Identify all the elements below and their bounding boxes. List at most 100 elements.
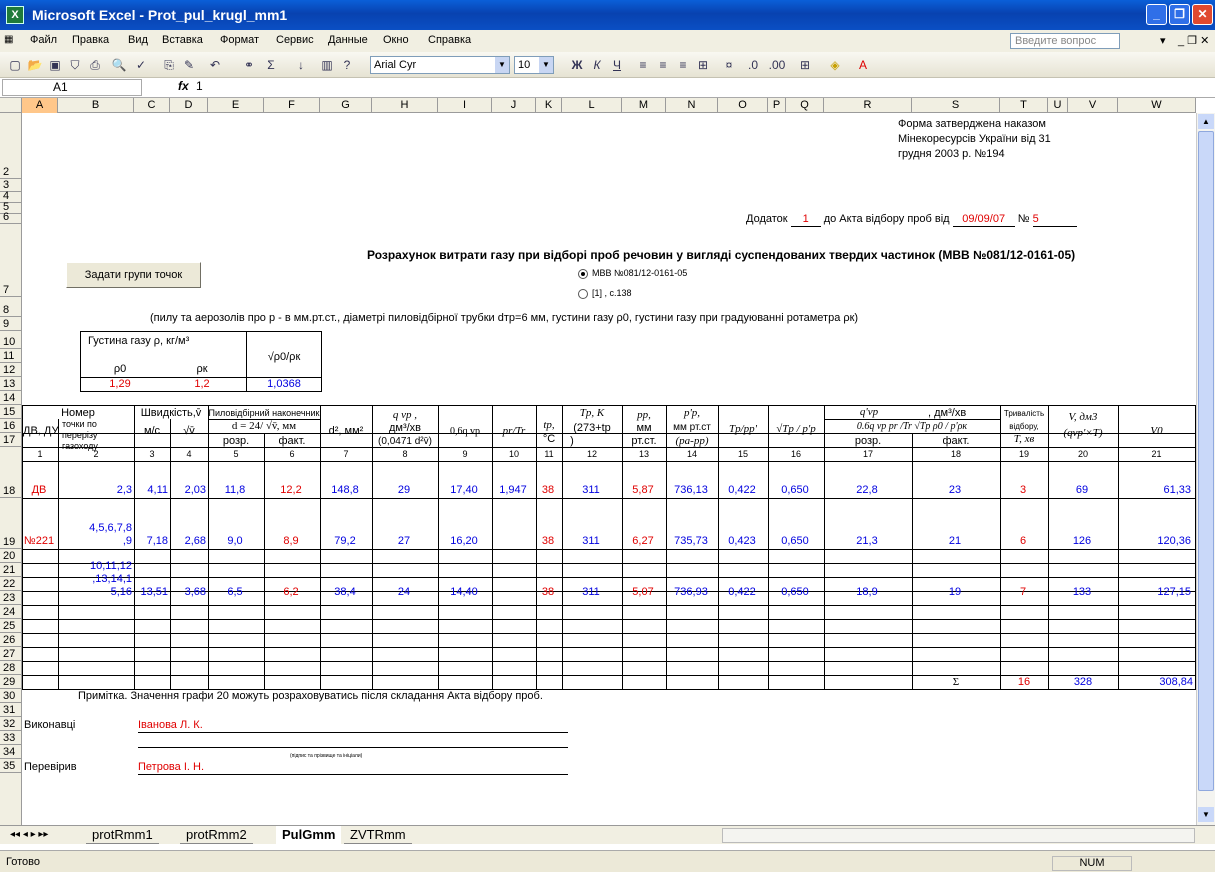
- row-header[interactable]: 25: [0, 619, 22, 633]
- menu-insert[interactable]: Вставка: [162, 34, 203, 46]
- cell-c15[interactable]: 0,422: [718, 586, 766, 599]
- cell-points[interactable]: 2,3: [58, 484, 132, 497]
- undo-icon[interactable]: ↶: [206, 56, 224, 74]
- row-header[interactable]: 32: [0, 717, 22, 731]
- font-name-select[interactable]: Arial Cyr ▼: [370, 56, 510, 74]
- align-left-icon[interactable]: ≡: [634, 56, 652, 74]
- maximize-button[interactable]: ❐: [1169, 4, 1190, 25]
- col-header[interactable]: F: [264, 98, 320, 113]
- borders-icon[interactable]: ⊞: [796, 56, 814, 74]
- cell-c21[interactable]: 61,33: [1118, 484, 1191, 497]
- cell-c20[interactable]: 126: [1048, 535, 1116, 548]
- row-header[interactable]: 35: [0, 759, 22, 773]
- cell-c11[interactable]: 38: [536, 535, 560, 548]
- row-header[interactable]: 18: [0, 447, 22, 498]
- cell-c1[interactable]: №221: [22, 535, 56, 548]
- density-v1[interactable]: 1,29: [82, 378, 158, 391]
- chart-icon[interactable]: ▥: [318, 56, 336, 74]
- menu-data[interactable]: Данные: [328, 34, 368, 46]
- cell-c5[interactable]: 6,5: [208, 586, 262, 599]
- cell-c17[interactable]: 21,3: [824, 535, 910, 548]
- tab-protRmm1[interactable]: protRmm1: [86, 826, 159, 844]
- cell-c6[interactable]: 6,2: [264, 586, 318, 599]
- cell-c3[interactable]: 13,51: [134, 586, 168, 599]
- cell-c12[interactable]: 311: [562, 535, 620, 548]
- sort-icon[interactable]: ↓: [292, 56, 310, 74]
- col-header[interactable]: S: [912, 98, 1000, 113]
- fx-icon[interactable]: fx: [178, 79, 189, 93]
- minimize-button[interactable]: _: [1146, 4, 1167, 25]
- cell-c15[interactable]: 0,423: [718, 535, 766, 548]
- restore-icon[interactable]: _ ❐ ✕: [1178, 34, 1209, 47]
- tab-ZVTRmm[interactable]: ZVTRmm: [344, 826, 412, 844]
- cell-c3[interactable]: 4,11: [134, 484, 168, 497]
- col-header[interactable]: N: [666, 98, 718, 113]
- cell-c19[interactable]: 3: [1000, 484, 1046, 497]
- cell-c5[interactable]: 9,0: [208, 535, 262, 548]
- cell-c19[interactable]: 7: [1000, 586, 1046, 599]
- preview-icon[interactable]: 🔍: [110, 56, 128, 74]
- cell-c13[interactable]: 6,27: [622, 535, 664, 548]
- row-header[interactable]: 20: [0, 549, 22, 563]
- excel-icon[interactable]: X: [6, 6, 24, 24]
- fill-color-icon[interactable]: ◈: [826, 56, 844, 74]
- scroll-down-icon[interactable]: ▼: [1198, 807, 1214, 822]
- menu-service[interactable]: Сервис: [276, 34, 314, 46]
- worksheet[interactable]: Форма затверджена наказом Мінекоресурсів …: [22, 113, 1196, 825]
- decrease-decimal-icon[interactable]: .00: [768, 56, 786, 74]
- cell-c18[interactable]: 19: [912, 586, 998, 599]
- col-header[interactable]: R: [824, 98, 912, 113]
- col-header[interactable]: V: [1068, 98, 1118, 113]
- select-all[interactable]: [0, 98, 22, 113]
- font-size-select[interactable]: 10 ▼: [514, 56, 554, 74]
- row-header[interactable]: 34: [0, 745, 22, 759]
- print-icon[interactable]: ⎙: [86, 56, 104, 74]
- cell-c11[interactable]: 38: [536, 586, 560, 599]
- cell-points[interactable]: ,13,14,1: [58, 573, 132, 586]
- cell-points[interactable]: ,9: [58, 535, 132, 548]
- menu-format[interactable]: Формат: [220, 34, 259, 46]
- name-box[interactable]: A1: [2, 79, 142, 96]
- cell-c6[interactable]: 12,2: [264, 484, 318, 497]
- col-header[interactable]: T: [1000, 98, 1048, 113]
- row-header[interactable]: 17: [0, 433, 22, 447]
- cell-c16[interactable]: 0,650: [768, 586, 822, 599]
- row-header[interactable]: 14: [0, 391, 22, 405]
- font-color-icon[interactable]: A: [854, 56, 872, 74]
- col-header[interactable]: E: [208, 98, 264, 113]
- row-header[interactable]: 6: [0, 211, 22, 224]
- align-center-icon[interactable]: ≡: [654, 56, 672, 74]
- executor-name[interactable]: Іванова Л. К.: [138, 719, 568, 733]
- cell-c9[interactable]: 17,40: [438, 484, 490, 497]
- row-header[interactable]: 16: [0, 419, 22, 433]
- format-painter-icon[interactable]: ✎: [180, 56, 198, 74]
- col-header[interactable]: L: [562, 98, 622, 113]
- row-header[interactable]: 12: [0, 363, 22, 377]
- close-button[interactable]: ✕: [1192, 4, 1213, 25]
- tab-PulGmm[interactable]: PulGmm: [276, 826, 342, 844]
- chevron-down-icon[interactable]: ▾: [1160, 34, 1166, 47]
- copy-icon[interactable]: ⎘: [160, 56, 178, 74]
- row-header[interactable]: 10: [0, 331, 22, 349]
- row-header[interactable]: 27: [0, 647, 22, 661]
- help-icon[interactable]: ?: [338, 56, 356, 74]
- cell-c18[interactable]: 21: [912, 535, 998, 548]
- cell-c7[interactable]: 148,8: [320, 484, 370, 497]
- menu-help[interactable]: Справка: [428, 34, 471, 46]
- row-header[interactable]: 8: [0, 297, 22, 317]
- col-header[interactable]: W: [1118, 98, 1196, 113]
- cell-c4[interactable]: 3,68: [170, 586, 206, 599]
- cell-c14[interactable]: 736,13: [666, 484, 716, 497]
- cell-c5[interactable]: 11,8: [208, 484, 262, 497]
- col-header[interactable]: M: [622, 98, 666, 113]
- row-header[interactable]: 21: [0, 563, 22, 577]
- row-header[interactable]: 30: [0, 689, 22, 703]
- cell-c18[interactable]: 23: [912, 484, 998, 497]
- hyperlink-icon[interactable]: ⚭: [240, 56, 258, 74]
- formula-input[interactable]: 1: [196, 79, 203, 93]
- bold-button[interactable]: Ж: [568, 56, 586, 74]
- cell-c14[interactable]: 736,93: [666, 586, 716, 599]
- col-header[interactable]: B: [58, 98, 134, 113]
- autosum-icon[interactable]: Σ: [262, 56, 280, 74]
- cell-c20[interactable]: 133: [1048, 586, 1116, 599]
